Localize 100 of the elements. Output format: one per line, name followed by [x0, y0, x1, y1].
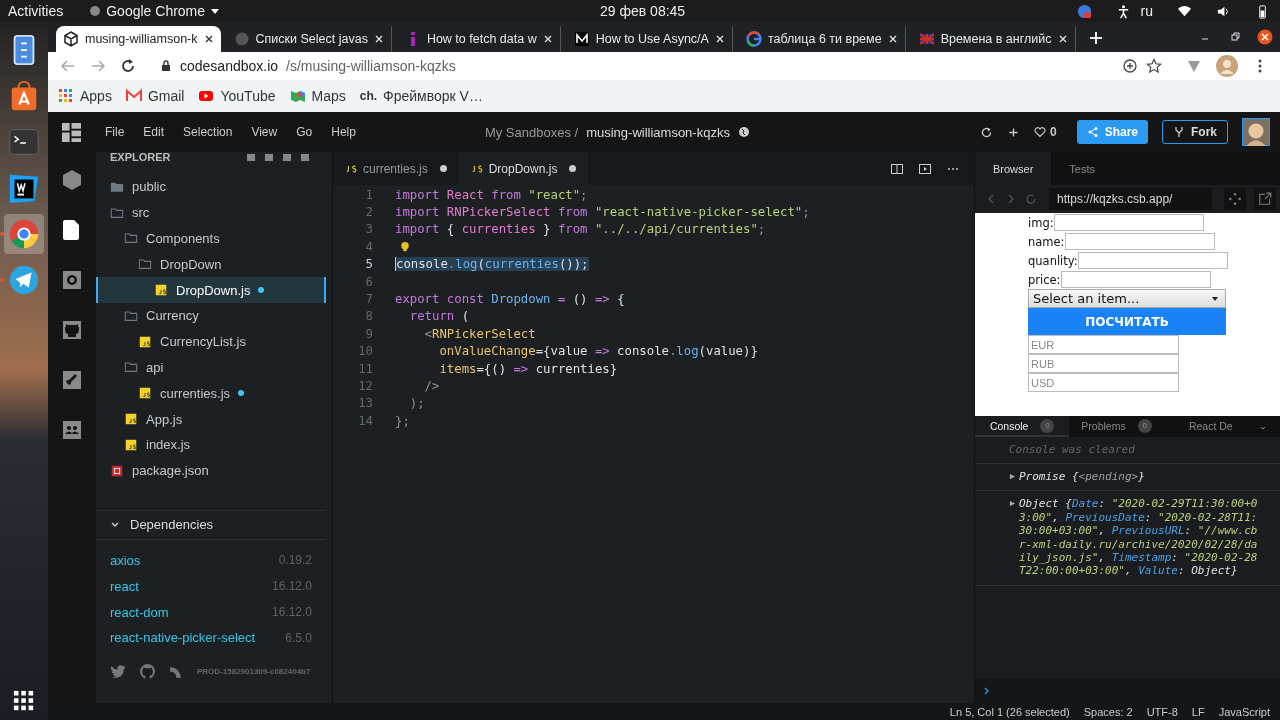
file-tree-item[interactable]: src: [96, 199, 326, 226]
like-button[interactable]: 0: [1033, 125, 1057, 139]
line-number: 12: [357, 379, 374, 393]
line-number: 13: [357, 396, 374, 411]
dependency-link[interactable]: react: [110, 578, 139, 594]
dependency-link[interactable]: react-dom: [110, 604, 169, 620]
menu-item[interactable]: File: [105, 125, 125, 139]
extension-icon[interactable]: [1186, 58, 1202, 74]
bookmark[interactable]: Maps: [289, 88, 346, 104]
dependency-link[interactable]: axios: [110, 552, 141, 568]
split-editor-icon[interactable]: [890, 161, 904, 176]
file-tree-item[interactable]: index.js: [96, 431, 326, 458]
file-tree-item[interactable]: currenties.js: [96, 380, 326, 407]
currency-field[interactable]: USD: [1028, 373, 1179, 392]
chrome-tab[interactable]: musing-williamson-k: [56, 26, 221, 52]
input-field[interactable]: [1060, 271, 1211, 288]
preview-icon[interactable]: [918, 161, 932, 176]
file-tree-item[interactable]: DropDown.js: [96, 277, 326, 303]
lock-icon[interactable]: [160, 60, 172, 72]
bookmark[interactable]: ch. Фреймворк V…: [359, 88, 483, 104]
console-log[interactable]: Object {Date: "2020-02-29T11:30:00+03:00", PreviousDate: "2020-02-28T11:30:00+03:00", PreviousURL: "//www.cbr-xml-daily.ru/archive/2020/02/28/daily_json.js", Timestamp: "2020-02-28T22:00:00+03:00", Valute: Object}: [1019, 497, 1260, 578]
bookmark[interactable]: Gmail: [125, 88, 185, 104]
expand-icon[interactable]: [1009, 500, 1016, 508]
preview-url-field[interactable]: https://kqzks.csb.app/: [1049, 188, 1212, 210]
close-icon[interactable]: [373, 34, 384, 44]
file-tree-item[interactable]: public: [96, 174, 326, 200]
activities-button[interactable]: Activities: [8, 3, 64, 19]
share-icon: [1086, 126, 1099, 138]
input-field[interactable]: [1053, 214, 1204, 231]
menu-item[interactable]: View: [251, 125, 278, 139]
prompt-icon[interactable]: [983, 687, 991, 695]
bookmark-label: Фреймворк V…: [383, 88, 483, 104]
file-tree-item[interactable]: api: [96, 354, 326, 381]
lightbulb-icon[interactable]: [400, 240, 410, 253]
show-applications-icon[interactable]: [13, 690, 35, 712]
line-number: 7: [364, 292, 374, 307]
select-value: Select an item...: [1033, 291, 1140, 306]
dashboard-icon[interactable]: [62, 122, 81, 142]
file-tree-item[interactable]: Components: [96, 225, 326, 252]
editor-tab[interactable]: DropDown.js: [458, 152, 589, 185]
file-tree-item[interactable]: Currency: [96, 303, 326, 329]
status-item[interactable]: JavaScript: [1218, 705, 1270, 718]
devtools-tab[interactable]: React De: [1163, 416, 1258, 437]
input-field[interactable]: [1077, 252, 1228, 269]
currency-field[interactable]: RUB: [1028, 354, 1179, 373]
bookmark-star-icon[interactable]: [1146, 58, 1162, 74]
twitter-icon[interactable]: [110, 662, 127, 680]
file-tree-item[interactable]: App.js: [96, 406, 326, 432]
file-tree-item[interactable]: CurrencyList.js: [96, 328, 326, 355]
expand-icon[interactable]: [1009, 473, 1016, 480]
panel-tab[interactable]: Tests: [1051, 152, 1114, 185]
status-item[interactable]: Spaces: 2: [1083, 705, 1133, 718]
bookmark-label: Gmail: [147, 88, 185, 104]
dependencies-header[interactable]: Dependencies: [96, 509, 326, 540]
editor-tab[interactable]: currenties.js: [333, 152, 459, 185]
close-icon[interactable]: [1257, 29, 1273, 45]
heart-icon: [1033, 126, 1046, 138]
bookmark[interactable]: Apps: [58, 88, 112, 104]
github-icon[interactable]: [139, 662, 156, 680]
dependency-link[interactable]: react-native-picker-select: [110, 630, 256, 646]
line-number: 5: [364, 257, 374, 272]
url-host: codesandbox.io: [180, 58, 279, 74]
file-tree-item[interactable]: DropDown: [96, 251, 326, 278]
input-field[interactable]: [1064, 233, 1215, 250]
status-item[interactable]: LF: [1191, 705, 1205, 718]
select-dropdown[interactable]: Select an item...: [1028, 289, 1226, 308]
file-icon: [124, 412, 138, 427]
calculate-button[interactable]: ПОСЧИТАТЬ: [1028, 308, 1226, 335]
console-log[interactable]: Promise {<pending>}: [1019, 470, 1260, 484]
wifi-icon[interactable]: [1177, 3, 1192, 19]
bookmark[interactable]: YouTube: [198, 88, 276, 104]
app-menu[interactable]: Google Chrome: [89, 3, 221, 19]
panel-tab[interactable]: Browser: [975, 152, 1052, 185]
field-label: name:: [1028, 234, 1065, 249]
status-item[interactable]: UTF-8: [1146, 705, 1178, 718]
open-external-icon[interactable]: [1254, 188, 1276, 210]
code-line: onValueChange={value => console.log(value)}: [438, 344, 758, 359]
menu-item[interactable]: Edit: [143, 125, 165, 139]
refresh-icon[interactable]: [979, 125, 993, 139]
reload-icon[interactable]: [120, 58, 136, 74]
add-icon[interactable]: [1122, 58, 1138, 74]
language-indicator[interactable]: ru: [1140, 3, 1153, 19]
currency-field[interactable]: EUR: [1028, 335, 1179, 354]
menu-item[interactable]: Selection: [183, 125, 233, 139]
user-avatar[interactable]: [1242, 118, 1270, 146]
breadcrumb-link[interactable]: My Sandboxes /: [484, 124, 579, 140]
close-icon[interactable]: [203, 34, 214, 44]
menu-item[interactable]: Help: [331, 125, 356, 139]
tab-label: Problems: [1081, 419, 1126, 432]
clock[interactable]: 29 фев 08:45: [600, 3, 686, 19]
plus-icon[interactable]: [1006, 125, 1020, 139]
fork-button[interactable]: Fork: [1162, 120, 1228, 144]
status-item[interactable]: Ln 5, Col 1 (26 selected): [949, 705, 1070, 718]
menu-item[interactable]: Go: [296, 125, 313, 139]
notification-icon[interactable]: [1076, 3, 1092, 19]
file-tree-item[interactable]: package.json: [96, 457, 326, 484]
devices-icon[interactable]: [1224, 188, 1246, 210]
close-icon[interactable]: [714, 34, 725, 44]
sandbox-title[interactable]: musing-williamson-kqzks: [586, 124, 730, 140]
new-tab-icon[interactable]: [1087, 30, 1104, 46]
